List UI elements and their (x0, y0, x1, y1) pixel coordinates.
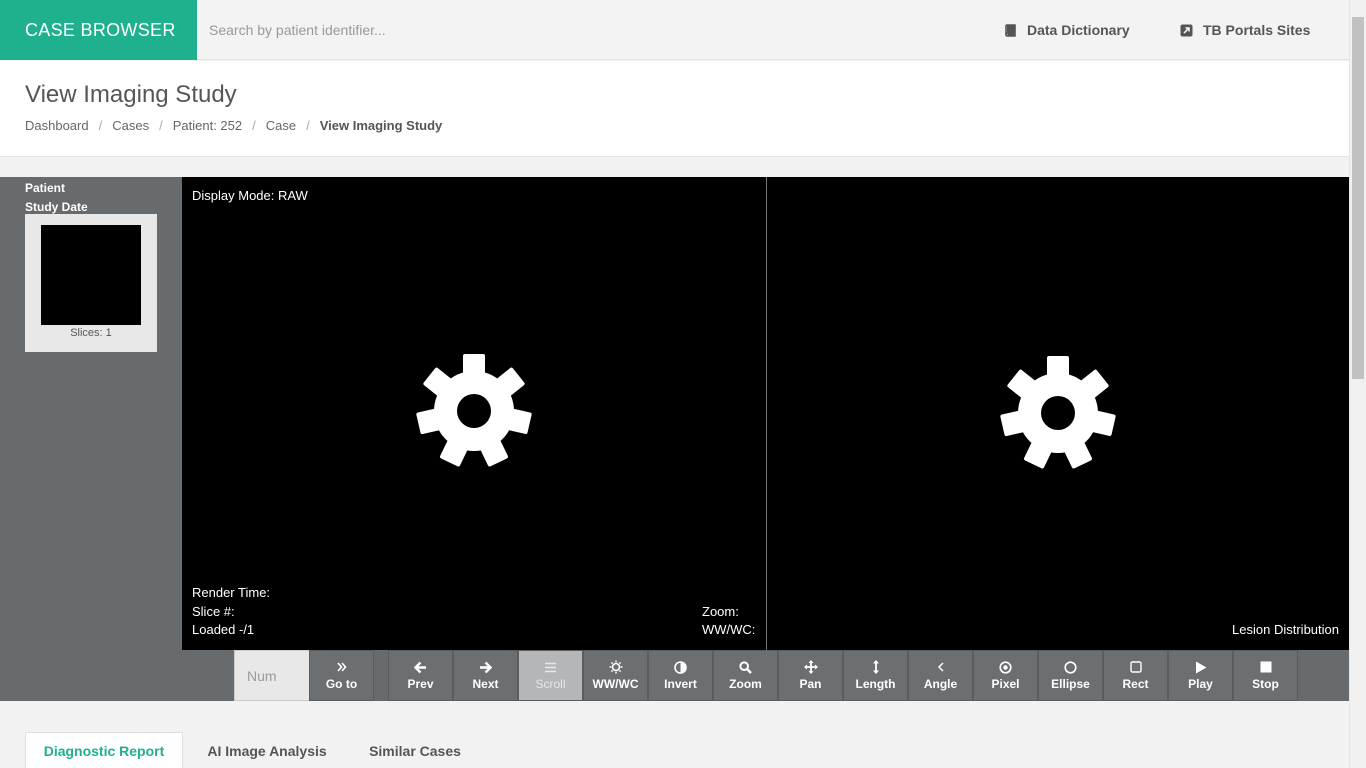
book-icon (1004, 23, 1017, 37)
breadcrumb: Dashboard / Cases / Patient: 252 / Case … (25, 118, 442, 133)
patient-search-input[interactable] (197, 0, 777, 60)
bars-icon (544, 660, 557, 674)
zoom-tool-button[interactable]: Zoom (713, 650, 778, 701)
page-scrollbar[interactable] (1349, 0, 1366, 768)
breadcrumb-cases[interactable]: Cases (112, 118, 149, 133)
main-viewport[interactable]: Display Mode: RAW Render Time: Slice #: … (182, 177, 766, 650)
slice-number-input[interactable] (234, 650, 310, 701)
invert-tool-button[interactable]: Invert (648, 650, 713, 701)
external-link-icon (1180, 24, 1193, 37)
wwwc-tool-button[interactable]: WW/WC (583, 650, 648, 701)
arrow-left-icon (414, 660, 427, 674)
breadcrumb-separator: / (252, 118, 256, 133)
play-button[interactable]: Play (1168, 650, 1233, 701)
pixel-tool-button[interactable]: Pixel (973, 650, 1038, 701)
length-tool-button[interactable]: Length (843, 650, 908, 701)
loading-gear-icon (1000, 356, 1116, 469)
stop-icon (1260, 660, 1272, 674)
rect-tool-button[interactable]: Rect (1103, 650, 1168, 701)
zoom-label: Zoom: (702, 604, 739, 619)
breadcrumb-current: View Imaging Study (319, 118, 443, 133)
next-label: Next (472, 677, 499, 691)
thumbnail-caption: Slices: 1 (70, 327, 112, 339)
patient-label: Patient (25, 181, 66, 195)
wwwc-label: WW/WC (592, 677, 639, 691)
breadcrumb-separator: / (306, 118, 310, 133)
length-label: Length (855, 677, 896, 691)
data-dictionary-link[interactable]: Data Dictionary (1004, 0, 1130, 60)
series-thumbnail[interactable]: Slices: 1 (25, 214, 157, 352)
viewer-toolbar: Go to Prev Next Scroll WW/WC Invert Zoom (0, 650, 1349, 701)
slice-number-label: Slice #: (192, 604, 235, 619)
pixel-label: Pixel (991, 677, 1020, 691)
ellipse-tool-button[interactable]: Ellipse (1038, 650, 1103, 701)
chevron-left-icon (937, 660, 945, 674)
breadcrumb-patient[interactable]: Patient: 252 (173, 118, 242, 133)
data-dictionary-label: Data Dictionary (1027, 22, 1130, 38)
display-mode-label: Display Mode: RAW (192, 188, 308, 203)
tab-ai-image-analysis[interactable]: AI Image Analysis (191, 732, 343, 768)
ellipse-label: Ellipse (1051, 677, 1090, 691)
pan-label: Pan (799, 677, 822, 691)
rect-label: Rect (1122, 677, 1149, 691)
breadcrumb-case[interactable]: Case (266, 118, 296, 133)
loading-gear-icon (416, 354, 532, 467)
next-button[interactable]: Next (453, 650, 518, 701)
scrollbar-thumb[interactable] (1352, 17, 1364, 379)
report-tabs: Diagnostic Report AI Image Analysis Simi… (0, 701, 1349, 768)
breadcrumb-dashboard[interactable]: Dashboard (25, 118, 89, 133)
magnifier-icon (739, 660, 752, 674)
wwwc-label: WW/WC: (702, 622, 756, 637)
move-icon (803, 660, 818, 674)
scroll-tool-button[interactable]: Scroll (518, 650, 583, 701)
tab-similar-cases[interactable]: Similar Cases (351, 732, 479, 768)
render-time-label: Render Time: (192, 585, 271, 600)
brand-logo[interactable]: CASE BROWSER (0, 0, 197, 60)
tb-portals-sites-label: TB Portals Sites (1203, 22, 1311, 38)
circle-icon (1064, 660, 1077, 674)
study-info: Patient Study Date (25, 179, 88, 217)
breadcrumb-separator: / (98, 118, 103, 133)
square-icon (1129, 660, 1142, 674)
sun-icon (609, 660, 623, 674)
loaded-label: Loaded -/1 (192, 622, 255, 637)
thumbnail-image (41, 225, 141, 325)
double-chevron-right-icon (336, 660, 347, 674)
prev-button[interactable]: Prev (388, 650, 453, 701)
tb-portals-sites-link[interactable]: TB Portals Sites (1180, 0, 1310, 60)
pan-tool-button[interactable]: Pan (778, 650, 843, 701)
zoom-label: Zoom (729, 677, 762, 691)
top-navbar: CASE BROWSER Data Dictionary TB Portals … (0, 0, 1349, 60)
prev-label: Prev (407, 677, 434, 691)
lesion-distribution-label: Lesion Distribution (1232, 622, 1339, 637)
invert-label: Invert (664, 677, 697, 691)
breadcrumb-separator: / (159, 118, 163, 133)
goto-button[interactable]: Go to (309, 650, 374, 701)
stop-label: Stop (1252, 677, 1279, 691)
page-header: View Imaging Study Dashboard / Cases / P… (0, 61, 1349, 157)
dot-circle-icon (999, 660, 1012, 674)
angle-label: Angle (923, 677, 958, 691)
play-label: Play (1188, 677, 1213, 691)
arrow-right-icon (479, 660, 492, 674)
tab-diagnostic-report[interactable]: Diagnostic Report (25, 732, 183, 768)
vertical-arrows-icon (872, 660, 880, 674)
angle-tool-button[interactable]: Angle (908, 650, 973, 701)
page-title: View Imaging Study (25, 81, 237, 108)
lesion-viewport[interactable]: Lesion Distribution (767, 177, 1349, 650)
goto-label: Go to (325, 677, 358, 691)
play-icon (1195, 660, 1207, 674)
imaging-viewer: Patient Study Date Slices: 1 Display Mod… (0, 177, 1349, 701)
scroll-label: Scroll (535, 677, 566, 691)
adjust-icon (674, 660, 687, 674)
stop-button[interactable]: Stop (1233, 650, 1298, 701)
